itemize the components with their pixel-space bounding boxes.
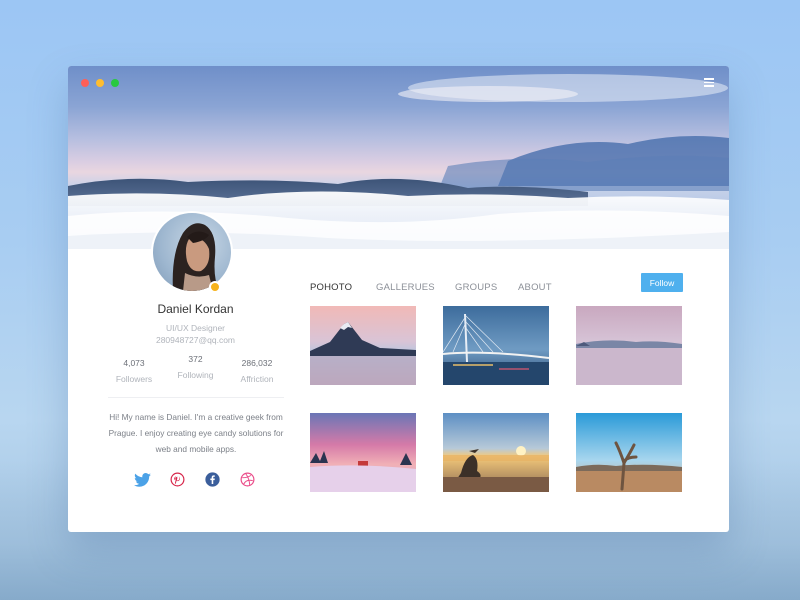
stat-value: 286,032 xyxy=(241,358,273,368)
tab-about[interactable]: ABOUT xyxy=(518,282,552,293)
hamburger-icon[interactable] xyxy=(704,78,714,87)
maximize-dot[interactable] xyxy=(111,79,119,87)
stat-value: 372 xyxy=(188,354,203,364)
profile-tabs: POHOTO GALLERUES GROUPS ABOUT xyxy=(310,282,552,293)
stat-followers[interactable]: 4,073 Followers xyxy=(108,358,160,384)
online-status-badge xyxy=(209,281,221,293)
bridge-night-photo[interactable] xyxy=(443,306,549,385)
stat-label: Following xyxy=(177,370,214,380)
profile-role: UI/UX Designer xyxy=(165,323,226,333)
avatar-photo xyxy=(153,213,231,291)
stat-label: Affriction xyxy=(240,374,274,384)
close-dot[interactable] xyxy=(81,79,89,87)
beach-sunset-photo[interactable] xyxy=(443,413,549,492)
facebook-icon[interactable] xyxy=(204,471,221,488)
pinterest-icon[interactable] xyxy=(169,471,186,488)
tab-groups[interactable]: GROUPS xyxy=(455,282,518,293)
profile-bio: Hi! My name is Daniel. I'm a creative ge… xyxy=(108,412,284,454)
divider xyxy=(108,397,284,398)
stat-label: Followers xyxy=(115,374,153,384)
social-links xyxy=(134,471,256,488)
winter-sunset-photo[interactable] xyxy=(310,413,416,492)
profile-name: Daniel Kordan xyxy=(157,302,234,316)
tab-galleries[interactable]: GALLERUES xyxy=(376,282,455,293)
profile-email[interactable]: 280948727@qq.com xyxy=(108,334,283,346)
stat-following[interactable]: 372 Following xyxy=(170,354,222,384)
tab-photo[interactable]: POHOTO xyxy=(310,282,376,293)
dribbble-icon[interactable] xyxy=(239,471,256,488)
minimize-dot[interactable] xyxy=(96,79,104,87)
app-window: Daniel Kordan UI/UX Designer 280948727@q… xyxy=(68,66,729,532)
profile-stats: 4,073 Followers 372 Following 286,032 Af… xyxy=(108,354,283,384)
window-controls xyxy=(81,79,119,87)
mountain-lake-photo[interactable] xyxy=(310,306,416,385)
misty-lake-photo[interactable] xyxy=(576,306,682,385)
follow-button[interactable]: Follow xyxy=(641,273,683,292)
twitter-icon[interactable] xyxy=(134,471,151,488)
profile-info: Daniel Kordan UI/UX Designer 280948727@q… xyxy=(108,302,283,346)
driftwood-desert-photo[interactable] xyxy=(576,413,682,492)
stat-value: 4,073 xyxy=(123,358,145,368)
avatar[interactable] xyxy=(151,211,233,293)
stat-affriction[interactable]: 286,032 Affriction xyxy=(231,358,283,384)
